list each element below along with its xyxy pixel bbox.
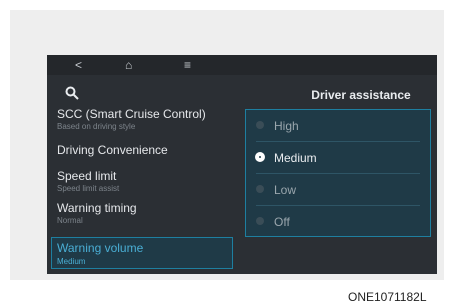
menu-item-label: Warning volume — [57, 241, 144, 255]
infotainment-screen: < ⌂ ≡ Driver assistance SCC (Smart Cruis… — [47, 55, 437, 274]
option-label: High — [274, 119, 299, 133]
option-high[interactable]: High — [246, 110, 430, 142]
menu-item-label: Speed limit — [57, 169, 117, 183]
option-label: Medium — [274, 151, 317, 165]
option-label: Low — [274, 183, 297, 197]
back-icon[interactable]: < — [75, 58, 82, 72]
menu-item-sublabel: Medium — [57, 257, 86, 266]
menu-item-warning-volume[interactable]: Warning volume Medium — [51, 237, 233, 269]
menu-item-sublabel: Speed limit assist — [57, 184, 120, 193]
option-label: Off — [274, 215, 290, 229]
top-bar: < ⌂ ≡ — [47, 55, 437, 75]
menu-item-scc[interactable]: SCC (Smart Cruise Control) Based on driv… — [47, 107, 235, 135]
menu-item-warning-timing[interactable]: Warning timing Normal — [47, 201, 235, 229]
screen-frame: < ⌂ ≡ Driver assistance SCC (Smart Cruis… — [10, 10, 444, 280]
radio-button[interactable] — [256, 121, 264, 129]
menu-item-speed-limit[interactable]: Speed limit Speed limit assist — [47, 169, 235, 197]
menu-item-driving-convenience[interactable]: Driving Convenience — [47, 143, 235, 161]
volume-options: High Medium Low Off — [245, 109, 431, 237]
radio-button-selected[interactable] — [255, 152, 265, 162]
radio-button[interactable] — [256, 185, 264, 193]
menu-item-label: Driving Convenience — [57, 143, 168, 157]
menu-item-label: SCC (Smart Cruise Control) — [57, 107, 206, 121]
figure-caption: ONE1071182L — [348, 290, 427, 304]
option-medium[interactable]: Medium — [246, 142, 430, 174]
home-icon[interactable]: ⌂ — [125, 58, 132, 72]
radio-button[interactable] — [256, 217, 264, 225]
search-icon[interactable] — [65, 86, 79, 100]
option-low[interactable]: Low — [246, 174, 430, 206]
menu-icon[interactable]: ≡ — [184, 58, 191, 72]
menu-item-label: Warning timing — [57, 201, 137, 215]
panel-title: Driver assistance — [311, 88, 411, 102]
menu-item-sublabel: Based on driving style — [57, 122, 136, 131]
menu-item-sublabel: Normal — [57, 216, 83, 225]
option-off[interactable]: Off — [246, 206, 430, 238]
